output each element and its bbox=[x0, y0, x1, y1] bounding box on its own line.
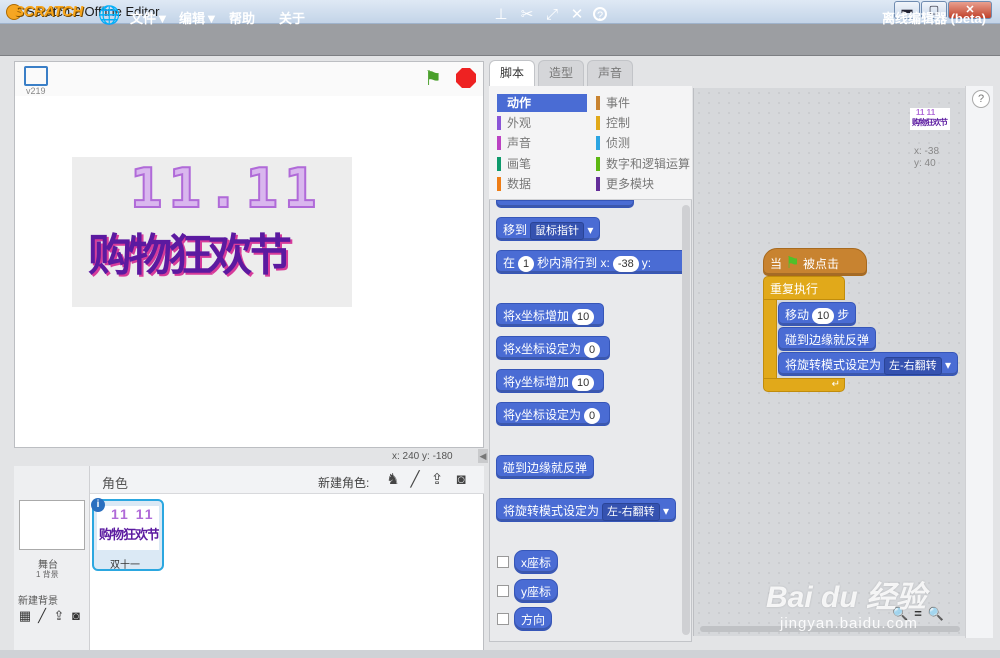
fullscreen-icon[interactable] bbox=[24, 66, 48, 86]
window-bottom-edge bbox=[0, 650, 1000, 658]
current-sprite-thumbnail: 11 11 购物狂欢节 bbox=[910, 108, 950, 130]
palette-block-change-y[interactable]: 将y坐标增加 10 bbox=[496, 369, 605, 393]
category-looks[interactable]: 外观 bbox=[497, 114, 591, 132]
palette-reporter-x-position[interactable]: x座标 bbox=[514, 550, 559, 574]
palette-reporter-y-position[interactable]: y座标 bbox=[514, 579, 559, 603]
upload-icon[interactable]: ⇪ bbox=[428, 471, 446, 489]
sprite-library-icon[interactable]: ♞ bbox=[384, 471, 402, 489]
backdrop-library-icon[interactable]: ▦ bbox=[17, 608, 33, 624]
direction-checkbox[interactable] bbox=[497, 613, 509, 625]
green-flag-icon[interactable]: ⚑ bbox=[424, 66, 442, 91]
help-rail bbox=[965, 86, 993, 638]
change-y-input[interactable]: 10 bbox=[572, 374, 595, 391]
glide-seconds-input[interactable]: 1 bbox=[518, 255, 535, 272]
sprite-info-icon[interactable]: i bbox=[91, 498, 105, 512]
category-events[interactable]: 事件 bbox=[596, 94, 690, 112]
script-rotation-style-dropdown[interactable]: 左-右翻转 bbox=[884, 356, 942, 375]
backdrop-upload-icon[interactable]: ⇪ bbox=[51, 608, 67, 624]
scratch-logo[interactable]: SCRATCH bbox=[14, 3, 83, 20]
change-x-input[interactable]: 10 bbox=[572, 308, 595, 325]
shrink-arrows-icon[interactable]: ✕ bbox=[568, 6, 586, 24]
script-block-rotation-style[interactable]: 将旋转模式设定为 左-右翻转 ▾ bbox=[778, 352, 959, 376]
set-y-input[interactable]: 0 bbox=[584, 407, 601, 424]
new-backdrop-label: 新建背景 bbox=[18, 596, 58, 607]
tips-help-button[interactable]: ? bbox=[972, 90, 990, 108]
backdrop-paint-icon[interactable]: ╱ bbox=[34, 608, 50, 624]
palette-block-change-x[interactable]: 将x坐标增加 10 bbox=[496, 303, 605, 327]
ypos-checkbox[interactable] bbox=[497, 585, 509, 597]
mouse-coordinates: x: 240 y: -180 bbox=[392, 451, 453, 462]
backdrop-camera-icon[interactable]: ◙ bbox=[68, 608, 84, 624]
stop-sign-icon[interactable] bbox=[456, 68, 476, 88]
stage-image-bottom-text: 购物狂欢节 bbox=[88, 230, 292, 281]
stage-thumbnail[interactable] bbox=[19, 500, 85, 550]
category-sensing[interactable]: 侦测 bbox=[596, 134, 690, 152]
goto-target-dropdown[interactable]: 鼠标指针 bbox=[530, 221, 585, 240]
palette-block-goto[interactable]: 移到 鼠标指针 ▾ bbox=[496, 217, 601, 241]
sprite-position-readout: x: -38 y: 40 bbox=[914, 146, 940, 169]
forever-loop-arrow-icon: ↵ bbox=[763, 378, 845, 392]
duplicate-stamp-icon[interactable]: ⊥ bbox=[492, 6, 510, 24]
sprite-thumbnail[interactable]: 11 11 购物狂欢节 bbox=[97, 506, 159, 550]
script-thumb-top-text: 11 11 bbox=[916, 108, 936, 117]
category-data[interactable]: 数据 bbox=[497, 175, 591, 193]
category-sound[interactable]: 声音 bbox=[497, 134, 591, 152]
watermark-url: jingyan.baidu.com bbox=[780, 615, 918, 632]
baidu-jingyan-watermark: Bai du 经验 bbox=[766, 581, 927, 614]
stage-header bbox=[15, 62, 483, 96]
new-sprite-label: 新建角色: bbox=[318, 476, 370, 490]
stage-image-top-text: 11.11 bbox=[129, 157, 323, 221]
script-block-move[interactable]: 移动 10 步 bbox=[778, 302, 857, 326]
palette-reporter-direction[interactable]: 方向 bbox=[514, 607, 553, 631]
menu-help[interactable]: 帮助 bbox=[229, 8, 255, 27]
move-steps-input[interactable]: 10 bbox=[812, 307, 835, 324]
sprite-double-eleven-image[interactable]: 11.11 购物狂欢节 bbox=[72, 157, 352, 307]
category-control[interactable]: 控制 bbox=[596, 114, 690, 132]
backdrop-count: 1 背景 bbox=[36, 570, 59, 579]
menu-file[interactable]: 文件▼ bbox=[130, 8, 169, 27]
grow-arrows-icon[interactable]: ⤢ bbox=[543, 6, 561, 24]
language-globe-icon[interactable]: 🌐 bbox=[98, 5, 120, 26]
script-forever-block[interactable]: 重复执行 bbox=[763, 276, 845, 300]
script-block-bounce[interactable]: 碰到边缘就反弹 bbox=[778, 327, 877, 351]
script-hat-when-flag-clicked[interactable]: 当 ⚑ 被点击 bbox=[763, 248, 867, 276]
paint-brush-icon[interactable]: ╱ bbox=[406, 471, 424, 489]
sprites-header bbox=[90, 466, 484, 494]
palette-block-set-y[interactable]: 将y坐标设定为 0 bbox=[496, 402, 611, 426]
palette-block-partial[interactable] bbox=[496, 200, 634, 208]
palette-block-set-x[interactable]: 将x坐标设定为 0 bbox=[496, 336, 611, 360]
zoom-in-icon[interactable]: 🔍 bbox=[928, 606, 950, 621]
xpos-checkbox[interactable] bbox=[497, 556, 509, 568]
palette-block-bounce[interactable]: 碰到边缘就反弹 bbox=[496, 455, 595, 479]
palette-block-rotation-style[interactable]: 将旋转模式设定为 左-右翻转 ▾ bbox=[496, 498, 677, 522]
block-help-icon[interactable]: ? bbox=[593, 7, 607, 22]
menubar bbox=[0, 24, 1000, 56]
sprite-thumb-top-text: 11 11 bbox=[111, 506, 155, 522]
sprite-name: 双十一 bbox=[110, 560, 140, 571]
tab-sounds[interactable]: 声音 bbox=[587, 60, 633, 86]
category-operators[interactable]: 数字和逻辑运算 bbox=[596, 155, 692, 173]
offline-editor-label: 离线编辑器 (beta) bbox=[881, 11, 986, 26]
tab-scripts[interactable]: 脚本 bbox=[489, 60, 535, 86]
collapse-stage-icon[interactable]: ◀ bbox=[478, 449, 488, 463]
script-thumb-bottom-text: 购物狂欢节 bbox=[912, 118, 948, 127]
palette-block-glide[interactable]: 在 1 秒内滑行到 x: -38 y: bbox=[496, 250, 688, 274]
set-x-input[interactable]: 0 bbox=[584, 341, 601, 358]
menu-edit[interactable]: 编辑▼ bbox=[179, 8, 218, 27]
forever-block-arm bbox=[763, 299, 777, 379]
category-pen[interactable]: 画笔 bbox=[497, 155, 591, 173]
cut-scissors-icon[interactable]: ✂ bbox=[518, 6, 536, 24]
camera-icon[interactable]: ◙ bbox=[452, 471, 470, 489]
palette-scrollbar[interactable] bbox=[682, 205, 690, 635]
tab-costumes[interactable]: 造型 bbox=[538, 60, 584, 86]
rotation-style-dropdown[interactable]: 左-右翻转 bbox=[602, 502, 660, 521]
hat-green-flag-icon: ⚑ bbox=[785, 255, 800, 272]
sprites-label: 角色 bbox=[102, 476, 129, 491]
glide-x-input[interactable]: -38 bbox=[612, 255, 639, 272]
category-more-blocks[interactable]: 更多模块 bbox=[596, 175, 690, 193]
category-motion[interactable]: 动作 bbox=[497, 94, 587, 112]
sprite-thumb-bottom-text: 购物狂欢节 bbox=[99, 527, 159, 542]
version-label: v219 bbox=[26, 86, 46, 96]
menu-about[interactable]: 关于 bbox=[279, 8, 305, 27]
